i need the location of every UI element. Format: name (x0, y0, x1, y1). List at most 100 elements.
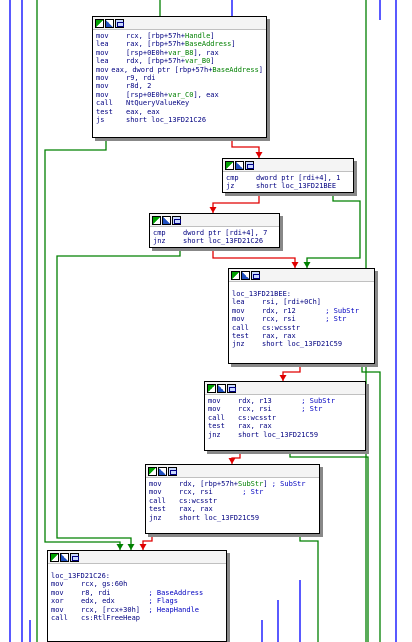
instruction-line[interactable]: jnz short loc_13FD21C59 (149, 514, 316, 522)
instruction-line[interactable]: mov rcx, rsi ; Str (149, 488, 316, 496)
operand: dword ptr [rdi+4], 1 (256, 174, 341, 182)
graph-icon[interactable] (105, 18, 114, 28)
instruction-line[interactable]: mov rdx, r13 ; SubStr (208, 397, 362, 405)
instruction-line[interactable]: mov rcx, [rbp+57h+ Handle] (96, 32, 263, 40)
instruction-line[interactable]: call NtQueryValueKey (96, 99, 263, 107)
graph-icon[interactable] (60, 552, 69, 562)
instruction-line[interactable]: lea rdx, [rbp+57h+ var_B0] (96, 57, 263, 65)
group-icon[interactable] (245, 160, 254, 170)
operand: rcx, [rbp+57h+ (126, 32, 186, 40)
symbol-ref[interactable]: var_B8 (168, 49, 193, 57)
block-label[interactable]: loc_13FD21C26: (51, 572, 223, 580)
color-icon[interactable] (152, 215, 161, 225)
instruction-line[interactable]: test rax, rax (232, 332, 371, 340)
graph-icon[interactable] (241, 270, 250, 280)
symbol-ref[interactable]: BaseAddress (185, 40, 231, 48)
block-body: mov rcx, [rbp+57h+ Handle] lea rax, [rbp+57h… (93, 30, 266, 125)
instruction-line[interactable]: test eax, eax (96, 108, 263, 116)
comment: ; Str (325, 315, 347, 324)
instruction-line[interactable]: mov rcx, [rcx+30h] ; HeapHandle (51, 606, 223, 614)
color-icon[interactable] (50, 552, 59, 562)
instruction-line[interactable]: mov r8d, 2 (96, 82, 263, 90)
operand: eax, eax (126, 107, 160, 116)
instruction-line[interactable]: test rax, rax (149, 505, 316, 513)
group-icon[interactable] (227, 383, 236, 393)
symbol-ref[interactable]: var_B0 (185, 57, 210, 65)
instruction-line[interactable]: mov rdx, r12 ; SubStr (232, 307, 371, 315)
flow-edge[interactable] (44, 138, 121, 550)
flow-edge[interactable] (306, 193, 361, 268)
instruction-line[interactable]: mov rcx, gs:60h (51, 580, 223, 588)
group-icon[interactable] (115, 18, 124, 28)
instruction-line[interactable]: js short loc_13FD21C26 (96, 116, 263, 124)
instruction-line[interactable]: mov [rsp+0E0h+ var_C0], eax (96, 91, 263, 99)
group-icon[interactable] (168, 466, 177, 476)
instruction-line[interactable]: mov rcx, rsi ; Str (232, 315, 371, 323)
color-icon[interactable] (225, 160, 234, 170)
comment: ; HeapHandle (148, 605, 200, 614)
instruction-line[interactable]: call cs:wcsstr (232, 324, 371, 332)
group-icon[interactable] (70, 552, 79, 562)
operand: rcx, [rcx+30h] (81, 605, 149, 614)
flow-edge[interactable] (231, 138, 260, 158)
color-icon[interactable] (207, 383, 216, 393)
code-block[interactable]: loc_13FD21BEE: lea rsi, [rdi+0Ch] mov rdx, r… (228, 268, 375, 364)
instruction-line[interactable]: mov r9, rdi (96, 74, 263, 82)
color-icon[interactable] (231, 270, 240, 280)
mnemonic: mov (96, 65, 109, 74)
flow-edge[interactable] (212, 248, 296, 268)
instruction-line[interactable]: xor edx, edx ; Flags (51, 597, 223, 605)
instruction-line[interactable]: jnz short loc_13FD21C59 (208, 431, 362, 439)
instruction-line[interactable]: call cs:wcsstr (208, 414, 362, 422)
instruction-line[interactable]: cmp dword ptr [rdi+4], 1 (226, 174, 350, 182)
code-block[interactable]: mov rdx, r13 ; SubStr mov rcx, rsi ; Str cal… (204, 381, 366, 451)
symbol-ref[interactable]: BaseAddress (212, 66, 258, 74)
symbol-ref[interactable]: SubStr (238, 480, 263, 488)
graph-icon[interactable] (162, 215, 171, 225)
instruction-line[interactable]: jnz short loc_13FD21C26 (153, 237, 276, 245)
code-block[interactable]: mov rdx, [rbp+57h+ SubStr] ; SubStr mov rcx,… (145, 464, 320, 534)
code-block[interactable]: loc_13FD21C26: mov rcx, gs:60h mov r8, rdi ;… (47, 550, 227, 642)
block-label[interactable]: loc_13FD21BEE: (232, 290, 371, 298)
mnemonic: call (149, 496, 166, 505)
operand: [rsp+0E0h+ (126, 48, 169, 57)
color-icon[interactable] (95, 18, 104, 28)
instruction-line[interactable]: mov rdx, [rbp+57h+ SubStr] ; SubStr (149, 480, 316, 488)
flow-edge[interactable] (212, 193, 260, 213)
instruction-line[interactable]: jnz short loc_13FD21C59 (232, 340, 371, 348)
color-icon[interactable] (148, 466, 157, 476)
flow-edge[interactable] (231, 451, 241, 464)
flow-edge[interactable] (299, 534, 319, 642)
instruction-line[interactable]: cmp dword ptr [rdi+4], 7 (153, 229, 276, 237)
instruction-line[interactable]: jz short loc_13FD21BEE (226, 182, 350, 190)
graph-icon[interactable] (217, 383, 226, 393)
instruction-line[interactable]: mov eax, dword ptr [rbp+57h+ BaseAddress] (96, 66, 263, 74)
graph-icon[interactable] (235, 160, 244, 170)
code-block[interactable]: cmp dword ptr [rdi+4], 7 jnz short loc_13FD… (149, 213, 280, 248)
operand: cs:wcsstr (262, 323, 300, 332)
group-icon[interactable] (251, 270, 260, 280)
mnemonic: mov (208, 397, 221, 405)
instruction-line[interactable]: call cs:RtlFreeHeap (51, 614, 223, 622)
instruction-line[interactable]: lea rsi, [rdi+0Ch] (232, 298, 371, 306)
instruction-line[interactable]: mov r8, rdi ; BaseAddress (51, 589, 223, 597)
graph-icon[interactable] (158, 466, 167, 476)
mnemonic: mov (96, 32, 109, 40)
group-icon[interactable] (172, 215, 181, 225)
code-block[interactable]: mov rcx, [rbp+57h+ Handle] lea rax, [rbp+57h… (92, 16, 267, 138)
instruction-line[interactable]: test rax, rax (208, 422, 362, 430)
instruction-line[interactable]: lea rax, [rbp+57h+ BaseAddress] (96, 40, 263, 48)
operand: cs:wcsstr (238, 413, 276, 422)
mnemonic: jnz (208, 430, 221, 439)
code-block[interactable]: cmp dword ptr [rdi+4], 1 jz short loc_13FD2… (222, 158, 354, 193)
operand: short loc_13FD21C26 (183, 237, 264, 246)
block-body: cmp dword ptr [rdi+4], 7 jnz short loc_13FD… (150, 227, 279, 247)
instruction-line[interactable]: mov [rsp+0E0h+ var_B8], rax (96, 49, 263, 57)
instruction-line[interactable]: mov rcx, rsi ; Str (208, 405, 362, 413)
operand: rax, [rbp+57h+ (126, 40, 186, 49)
instruction-line[interactable]: call cs:wcsstr (149, 497, 316, 505)
block-header (146, 465, 319, 478)
symbol-ref[interactable]: Handle (185, 32, 210, 40)
symbol-ref[interactable]: var_C0 (168, 91, 193, 99)
flow-edge[interactable] (282, 364, 301, 381)
